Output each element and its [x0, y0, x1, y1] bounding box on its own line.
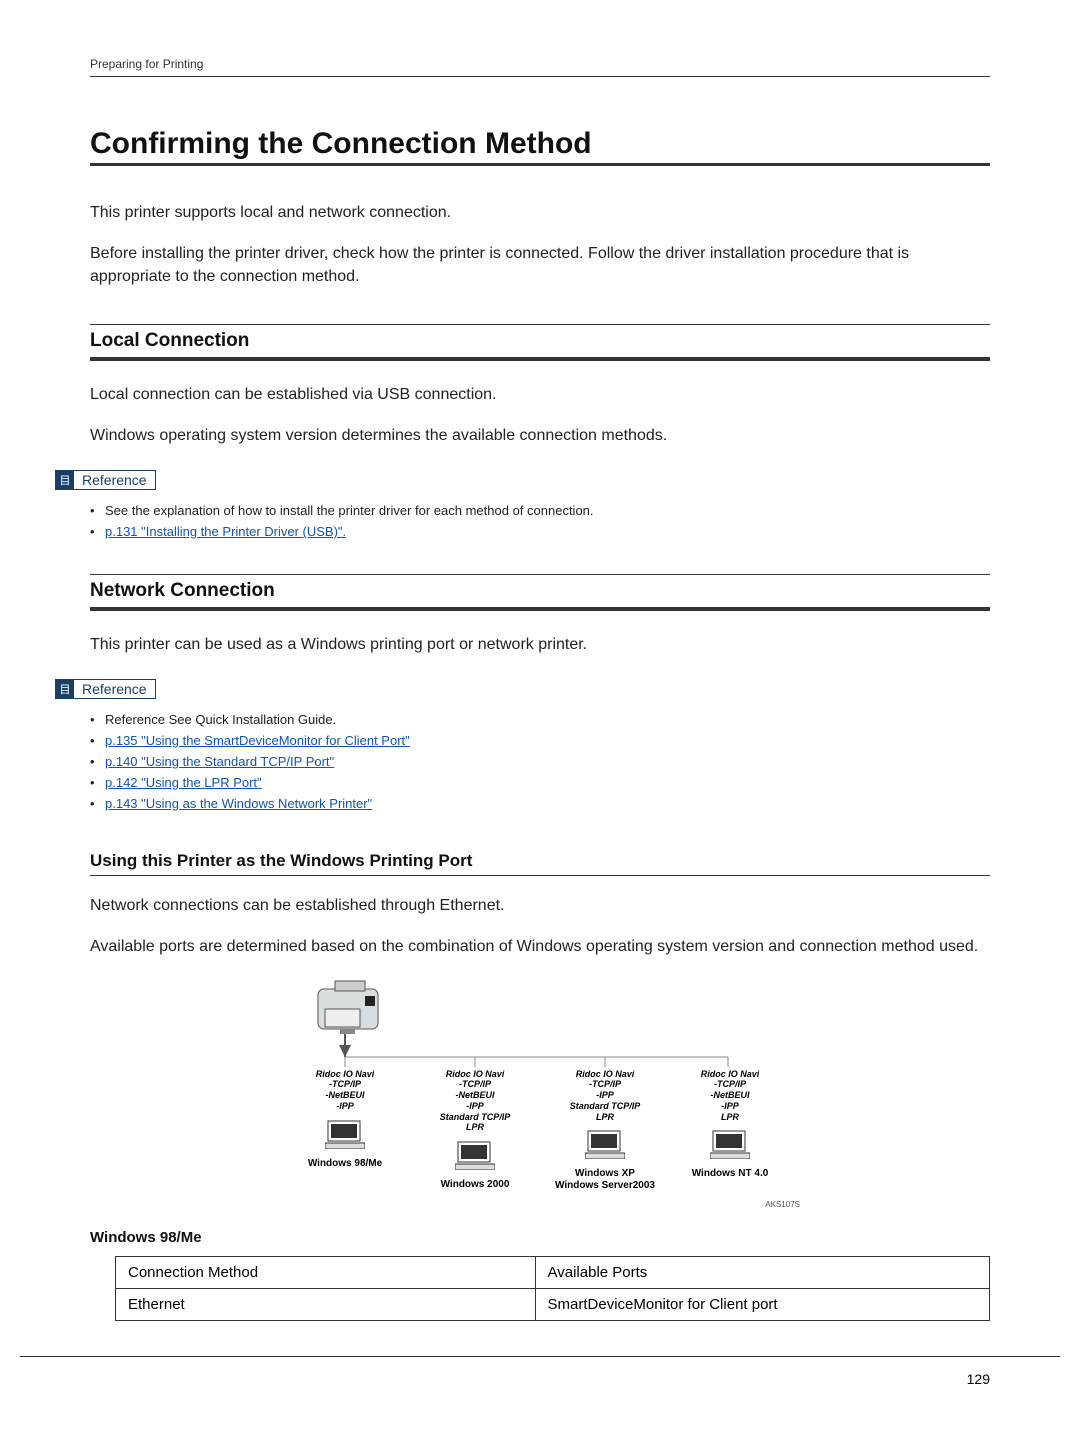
local-ref-item-1: See the explanation of how to install th…: [90, 503, 990, 518]
computer-icon: [585, 1129, 625, 1159]
network-ref-item-1: Reference See Quick Installation Guide.: [90, 712, 990, 727]
table-header-1: Connection Method: [116, 1256, 536, 1288]
network-sub-p1: Network connections can be established t…: [90, 894, 990, 917]
table-header-2: Available Ports: [535, 1256, 989, 1288]
os-block-winxp: Ridoc IO Navi -TCP/IP -IPP Standard TCP/…: [545, 1069, 665, 1193]
os-block-win98: Ridoc IO Navi -TCP/IP -NetBEUI -IPP Wind…: [285, 1069, 405, 1170]
network-ref-link-1[interactable]: p.135 "Using the SmartDeviceMonitor for …: [105, 733, 410, 748]
os1-protocols: Ridoc IO Navi -TCP/IP -NetBEUI -IPP: [285, 1069, 405, 1112]
os3-protocols: Ridoc IO Navi -TCP/IP -IPP Standard TCP/…: [545, 1069, 665, 1123]
os4-protocols: Ridoc IO Navi -TCP/IP -NetBEUI -IPP LPR: [670, 1069, 790, 1123]
os-block-win2000: Ridoc IO Navi -TCP/IP -NetBEUI -IPP Stan…: [415, 1069, 535, 1192]
table-cell-ports: SmartDeviceMonitor for Client port: [535, 1288, 989, 1320]
network-ref-item-4: p.142 "Using the LPR Port": [90, 775, 990, 790]
local-ref-item-2: p.131 "Installing the Printer Driver (US…: [90, 524, 990, 539]
table-os-heading: Windows 98/Me: [90, 1229, 990, 1246]
network-ref-link-4[interactable]: p.143 "Using as the Windows Network Prin…: [105, 796, 372, 811]
reference-badge: 目 Reference: [55, 470, 156, 490]
footer-line: [20, 1356, 1060, 1357]
reference-icon: 目: [56, 471, 74, 489]
network-ref-link-2[interactable]: p.140 "Using the Standard TCP/IP Port": [105, 754, 334, 769]
intro-paragraph-1: This printer supports local and network …: [90, 201, 990, 224]
table-row: Ethernet SmartDeviceMonitor for Client p…: [116, 1288, 990, 1320]
network-ref-item-5: p.143 "Using as the Windows Network Prin…: [90, 796, 990, 811]
computer-icon: [710, 1129, 750, 1159]
reference-label: Reference: [74, 472, 155, 488]
network-connection-heading: Network Connection: [90, 574, 990, 611]
page-title: Confirming the Connection Method: [90, 127, 990, 166]
page-number: 129: [967, 1371, 990, 1387]
os3-name: Windows XP Windows Server2003: [545, 1168, 665, 1192]
network-ref-item-2: p.135 "Using the SmartDeviceMonitor for …: [90, 733, 990, 748]
computer-icon: [455, 1140, 495, 1170]
network-ref-item-3: p.140 "Using the Standard TCP/IP Port": [90, 754, 990, 769]
network-sub-p2: Available ports are determined based on …: [90, 935, 990, 958]
diagram-code: AKS107S: [765, 1200, 800, 1209]
header-text: Preparing for Printing: [90, 57, 203, 71]
reference-label-2: Reference: [74, 681, 155, 697]
network-reference-list: Reference See Quick Installation Guide. …: [90, 712, 990, 811]
page-header: Preparing for Printing: [90, 55, 990, 77]
os2-name: Windows 2000: [415, 1179, 535, 1191]
reference-icon: 目: [56, 680, 74, 698]
os2-protocols: Ridoc IO Navi -TCP/IP -NetBEUI -IPP Stan…: [415, 1069, 535, 1134]
os1-name: Windows 98/Me: [285, 1158, 405, 1170]
local-reference-list: See the explanation of how to install th…: [90, 503, 990, 539]
ports-table: Connection Method Available Ports Ethern…: [115, 1256, 990, 1321]
os4-name: Windows NT 4.0: [670, 1168, 790, 1180]
local-connection-heading: Local Connection: [90, 324, 990, 361]
table-row: Connection Method Available Ports: [116, 1256, 990, 1288]
local-ref-link-1[interactable]: p.131 "Installing the Printer Driver (US…: [105, 524, 346, 539]
reference-badge-2: 目 Reference: [55, 679, 156, 699]
intro-paragraph-2: Before installing the printer driver, ch…: [90, 242, 990, 288]
network-ref-link-3[interactable]: p.142 "Using the LPR Port": [105, 775, 262, 790]
windows-port-heading: Using this Printer as the Windows Printi…: [90, 851, 990, 876]
local-p1: Local connection can be established via …: [90, 383, 990, 406]
network-p1: This printer can be used as a Windows pr…: [90, 633, 990, 656]
local-p2: Windows operating system version determi…: [90, 424, 990, 447]
computer-icon: [325, 1119, 365, 1149]
os-block-winnt: Ridoc IO Navi -TCP/IP -NetBEUI -IPP LPR …: [670, 1069, 790, 1181]
network-diagram: Ridoc IO Navi -TCP/IP -NetBEUI -IPP Wind…: [280, 979, 800, 1204]
table-cell-method: Ethernet: [116, 1288, 536, 1320]
